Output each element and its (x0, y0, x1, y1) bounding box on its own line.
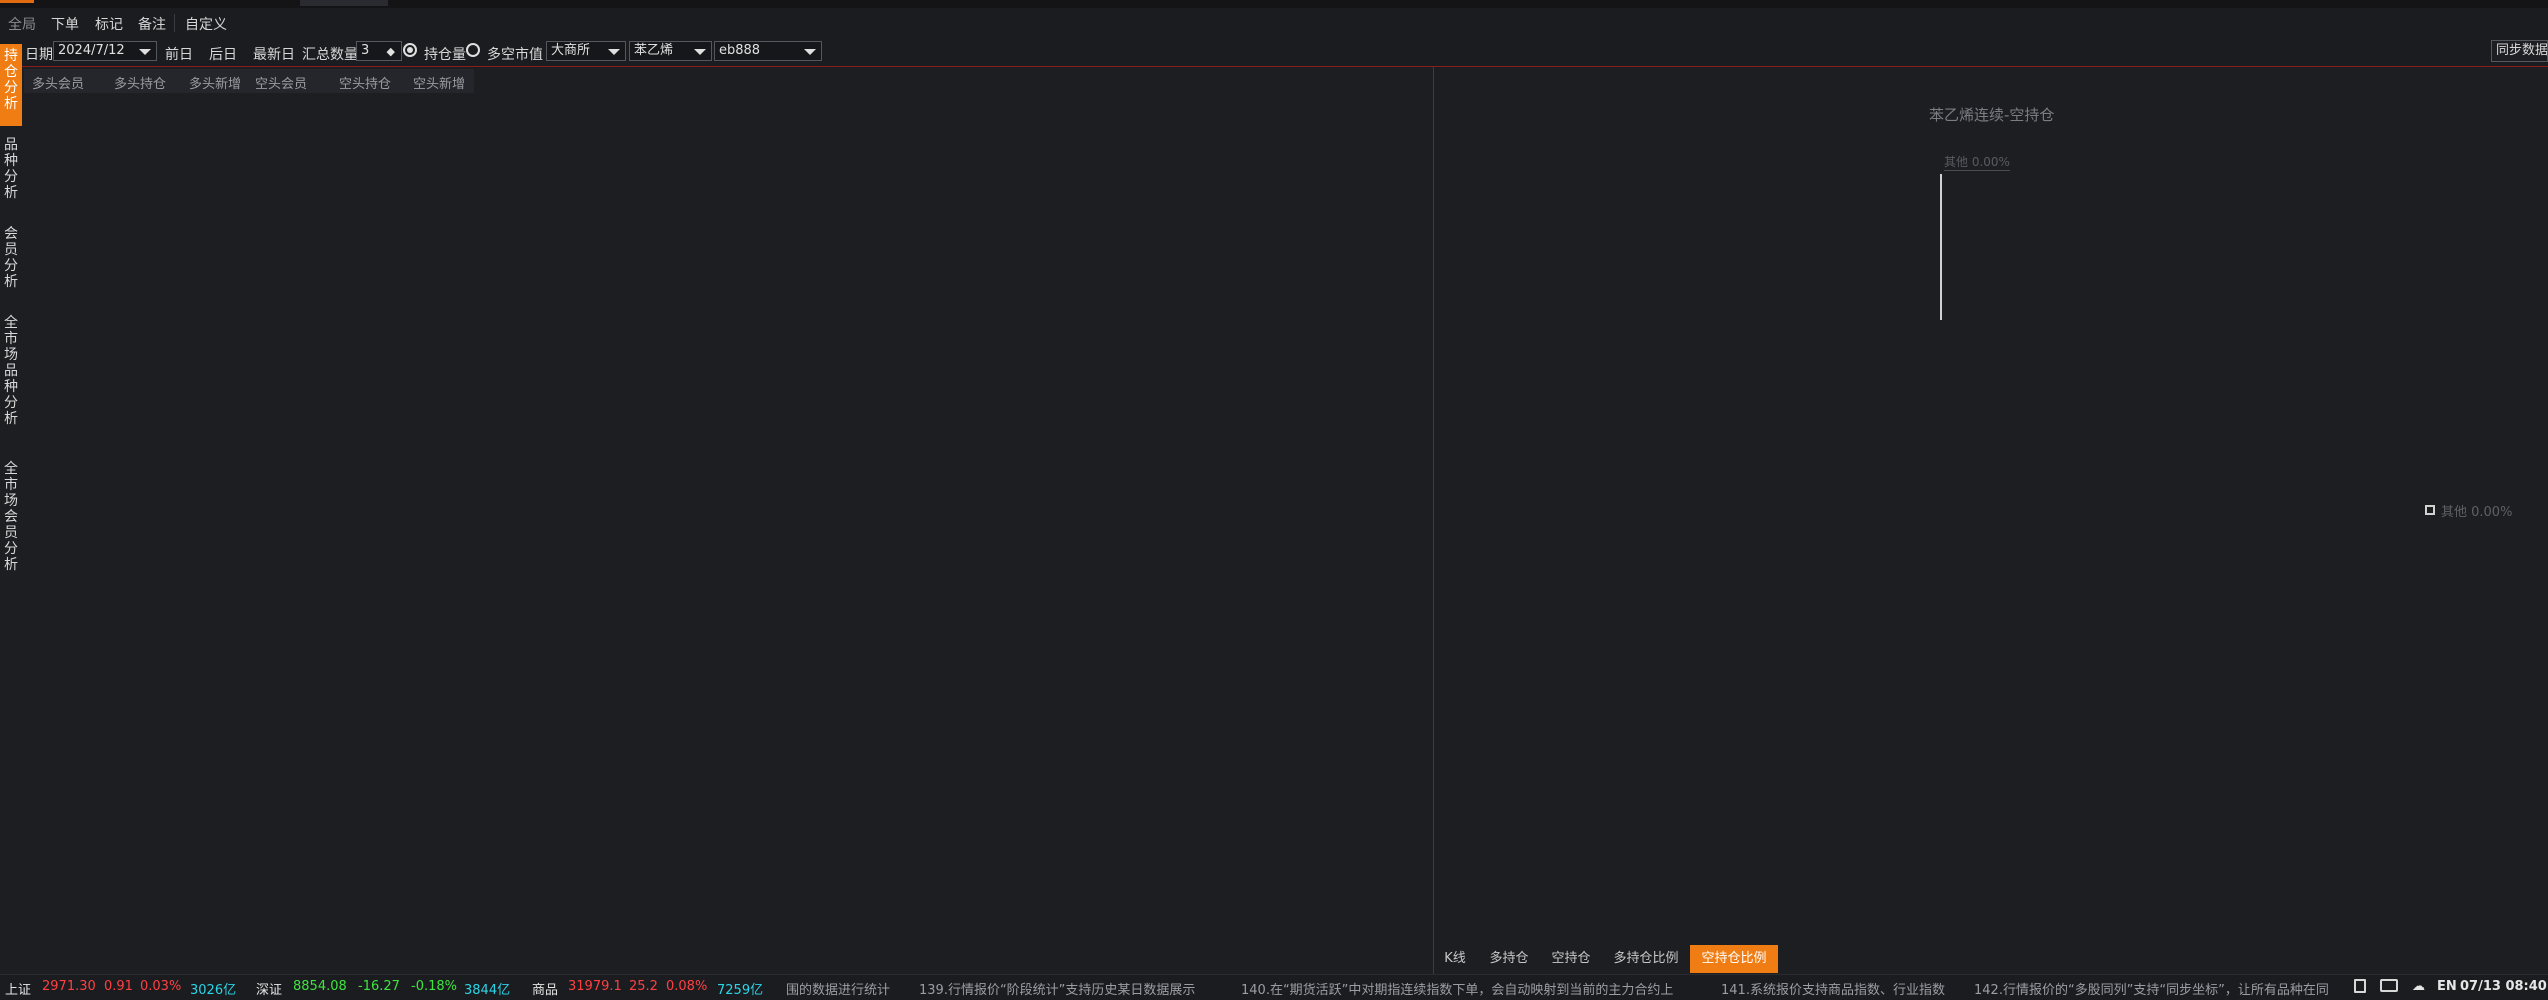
col-long-new[interactable]: 多头新增 (189, 73, 241, 92)
active-window-indicator (0, 0, 34, 3)
sz-index-amount: 3844亿 (464, 983, 511, 998)
legend-label[interactable]: 其他 0.00% (2441, 501, 2512, 520)
tip-text-5: 142.行情报价的“多股同列”支持“同步坐标”，让所有品种在同 (1974, 983, 2329, 998)
prev-day-button[interactable]: 前日 (165, 44, 193, 64)
date-value: 2024/7/12 (58, 43, 125, 58)
tab-position-analysis[interactable]: 持仓分析 (0, 44, 22, 126)
commodity-index-pct: 0.08% (666, 979, 708, 994)
menu-item-custom[interactable]: 自定义 (185, 14, 227, 34)
latest-day-button[interactable]: 最新日 (253, 44, 295, 64)
chart-area: 苯乙烯连续-空持仓 其他 0.00% 其他 0.00% (1434, 67, 2548, 943)
date-picker[interactable]: 2024/7/12 (53, 41, 157, 61)
bookmark-icon[interactable] (2354, 979, 2366, 993)
col-short-member[interactable]: 空头会员 (255, 73, 307, 92)
holdings-table-header: 多头会员 多头持仓 多头新增 空头会员 空头持仓 空头新增 (24, 69, 474, 93)
chart-title: 苯乙烯连续-空持仓 (1929, 106, 2055, 124)
radio-position-label[interactable]: 持仓量 (424, 44, 466, 64)
col-short-position[interactable]: 空头持仓 (339, 73, 391, 92)
product-select[interactable]: 苯乙烯 (629, 41, 712, 61)
sz-index-change: -16.27 (358, 979, 400, 994)
sum-count-value: 3 (361, 43, 370, 58)
menu-item-order[interactable]: 下单 (51, 14, 79, 34)
next-day-button[interactable]: 后日 (209, 44, 237, 64)
tab-member-analysis[interactable]: 会员分析 (0, 222, 22, 304)
menu-divider (174, 14, 175, 32)
sz-index-label[interactable]: 深证 (256, 979, 282, 998)
chevron-down-icon (139, 49, 151, 55)
sh-index-pct: 0.03% (140, 979, 182, 994)
contract-select[interactable]: eb888 (714, 41, 822, 61)
commodity-index-label[interactable]: 商品 (532, 979, 558, 998)
radio-value-label[interactable]: 多空市值 (487, 44, 543, 64)
menu-bar: 全局 下单 标记 备注 自定义 (0, 8, 2548, 39)
commodity-index-amount: 7259亿 (717, 983, 764, 998)
chevron-down-icon (804, 49, 816, 55)
cloud-icon[interactable]: ☁ (2412, 979, 2425, 994)
tip-text-2: 139.行情报价“阶段统计”支持历史某日数据展示 (919, 983, 1196, 998)
menu-item-mark[interactable]: 标记 (95, 14, 123, 34)
tab-short-position-ratio[interactable]: 空持仓比例 (1690, 945, 1778, 973)
radio-value[interactable] (466, 43, 480, 57)
exchange-value: 大商所 (551, 43, 591, 58)
contract-value: eb888 (719, 43, 761, 58)
tab-short-position[interactable]: 空持仓 (1542, 945, 1600, 973)
exchange-select[interactable]: 大商所 (546, 41, 626, 61)
language-indicator[interactable]: EN (2437, 979, 2457, 994)
tab-long-position[interactable]: 多持仓 (1480, 945, 1538, 973)
date-label: 日期 (25, 47, 53, 63)
chevron-down-icon (694, 49, 706, 55)
legend-swatch[interactable] (2425, 505, 2435, 515)
tab-product-analysis[interactable]: 品种分析 (0, 133, 22, 215)
col-long-member[interactable]: 多头会员 (32, 73, 84, 92)
toolbar: 日期 2024/7/12 前日 后日 最新日 汇总数量 3 ◆ 持仓量 多空市值… (0, 38, 2548, 66)
tip-text-3: 140.在“期货活跃”中对期指连续指数下单，会自动映射到当前的主力合约上 (1241, 983, 1674, 998)
chevron-down-icon (608, 49, 620, 55)
clock: 07/13 08:40:5 (2460, 979, 2548, 994)
sh-index-label[interactable]: 上证 (5, 979, 31, 998)
sh-index-amount: 3026亿 (190, 983, 237, 998)
title-strip (0, 0, 2548, 8)
message-icon[interactable] (2380, 979, 2398, 992)
tip-text-1: 围的数据进行统计 (786, 983, 891, 998)
sync-data-button[interactable]: 同步数据 (2491, 40, 2548, 62)
sum-count-label: 汇总数量 (302, 47, 358, 63)
tab-kline[interactable]: K线 (1435, 945, 1475, 973)
stepper-arrows-icon[interactable]: ◆ (387, 43, 395, 60)
sz-index-pct: -0.18% (411, 979, 457, 994)
window-tab-indicator (300, 0, 388, 6)
tab-long-position-ratio[interactable]: 多持仓比例 (1604, 945, 1688, 973)
col-long-position[interactable]: 多头持仓 (114, 73, 166, 92)
tab-market-product-analysis[interactable]: 全市场品种分析 (0, 311, 22, 451)
menu-item-note[interactable]: 备注 (138, 14, 166, 34)
commodity-index-change: 25.2 (629, 979, 658, 994)
radio-position[interactable] (403, 43, 417, 57)
tab-market-member-analysis[interactable]: 全市场会员分析 (0, 457, 22, 597)
sh-index-price: 2971.30 (42, 979, 96, 994)
tip-text-4: 141.系统报价支持商品指数、行业指数 (1721, 983, 1945, 998)
slice-data-label: 其他 0.00% (1944, 155, 2010, 171)
commodity-index-price: 31979.1 (568, 979, 622, 994)
sum-count-stepper[interactable]: 3 ◆ (356, 41, 402, 61)
status-bar: 上证 2971.30 0.91 0.03% 3026亿 深证 8854.08 -… (0, 974, 2548, 1000)
sz-index-price: 8854.08 (293, 979, 347, 994)
product-value: 苯乙烯 (634, 43, 674, 58)
sh-index-change: 0.91 (104, 979, 133, 994)
menu-item-global[interactable]: 全局 (8, 14, 36, 34)
col-short-new[interactable]: 空头新增 (413, 73, 465, 92)
slice-other[interactable] (1940, 174, 1942, 320)
